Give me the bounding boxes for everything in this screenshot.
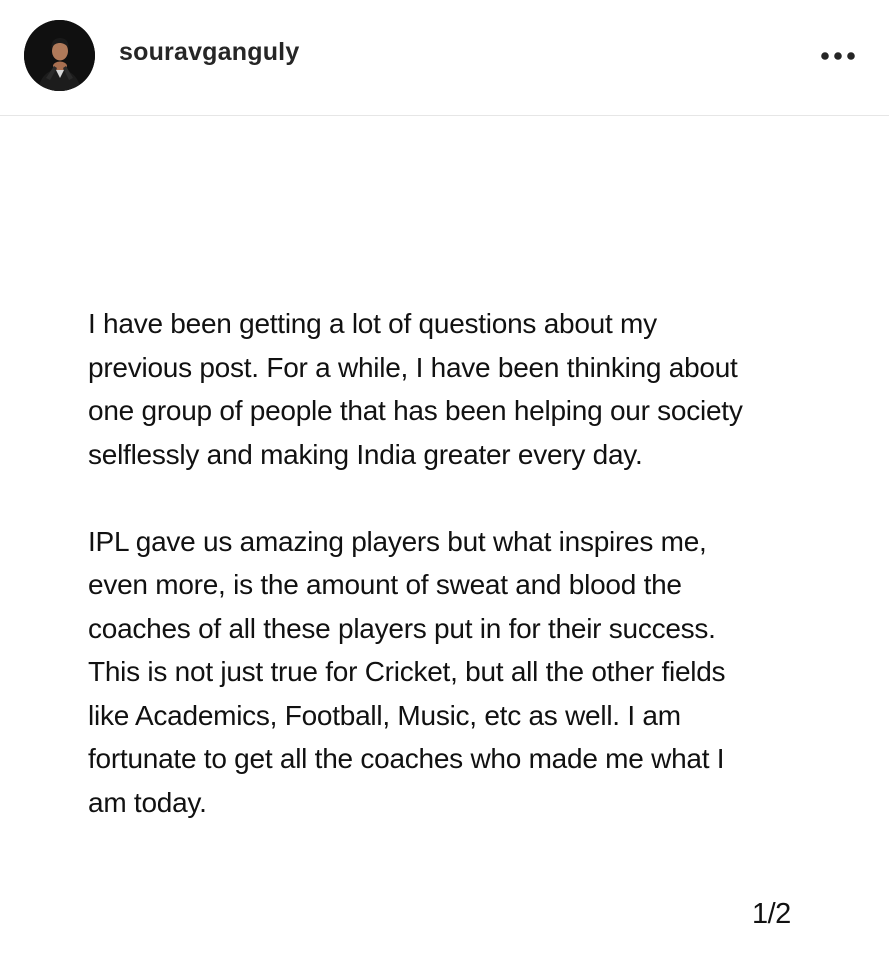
post-line: fortunate to get all the coaches who mad… bbox=[88, 743, 725, 774]
post-line: I have been getting a lot of questions a… bbox=[88, 308, 657, 339]
post-paragraph-2: IPL gave us amazing players but what ins… bbox=[88, 520, 808, 825]
page-indicator: 1/2 bbox=[752, 898, 791, 930]
post-line: IPL gave us amazing players but what ins… bbox=[88, 525, 707, 557]
post-line: am today. bbox=[88, 786, 207, 818]
post-line: previous post. For a while, I have been … bbox=[88, 351, 738, 383]
post-line: even more, is the amount of sweat and bl… bbox=[88, 569, 682, 600]
post-line: This is not just true for Cricket, but a… bbox=[88, 656, 726, 687]
post-line: like Academics, Football, Music, etc as … bbox=[88, 699, 681, 731]
post-header: souravganguly bbox=[0, 0, 889, 116]
post-line: one group of people that has been helpin… bbox=[88, 395, 743, 426]
post-line: selflessly and making India greater ever… bbox=[88, 438, 643, 470]
username-link[interactable]: souravganguly bbox=[119, 38, 299, 67]
post-line: coaches of all these players put in for … bbox=[88, 612, 716, 644]
post-paragraph-1: I have been getting a lot of questions a… bbox=[88, 302, 808, 476]
post-text: I have been getting a lot of questions a… bbox=[88, 302, 808, 824]
avatar[interactable] bbox=[24, 20, 95, 91]
more-options-button[interactable] bbox=[812, 36, 864, 76]
more-horizontal-icon bbox=[821, 52, 855, 60]
profile-photo-icon bbox=[24, 20, 95, 91]
